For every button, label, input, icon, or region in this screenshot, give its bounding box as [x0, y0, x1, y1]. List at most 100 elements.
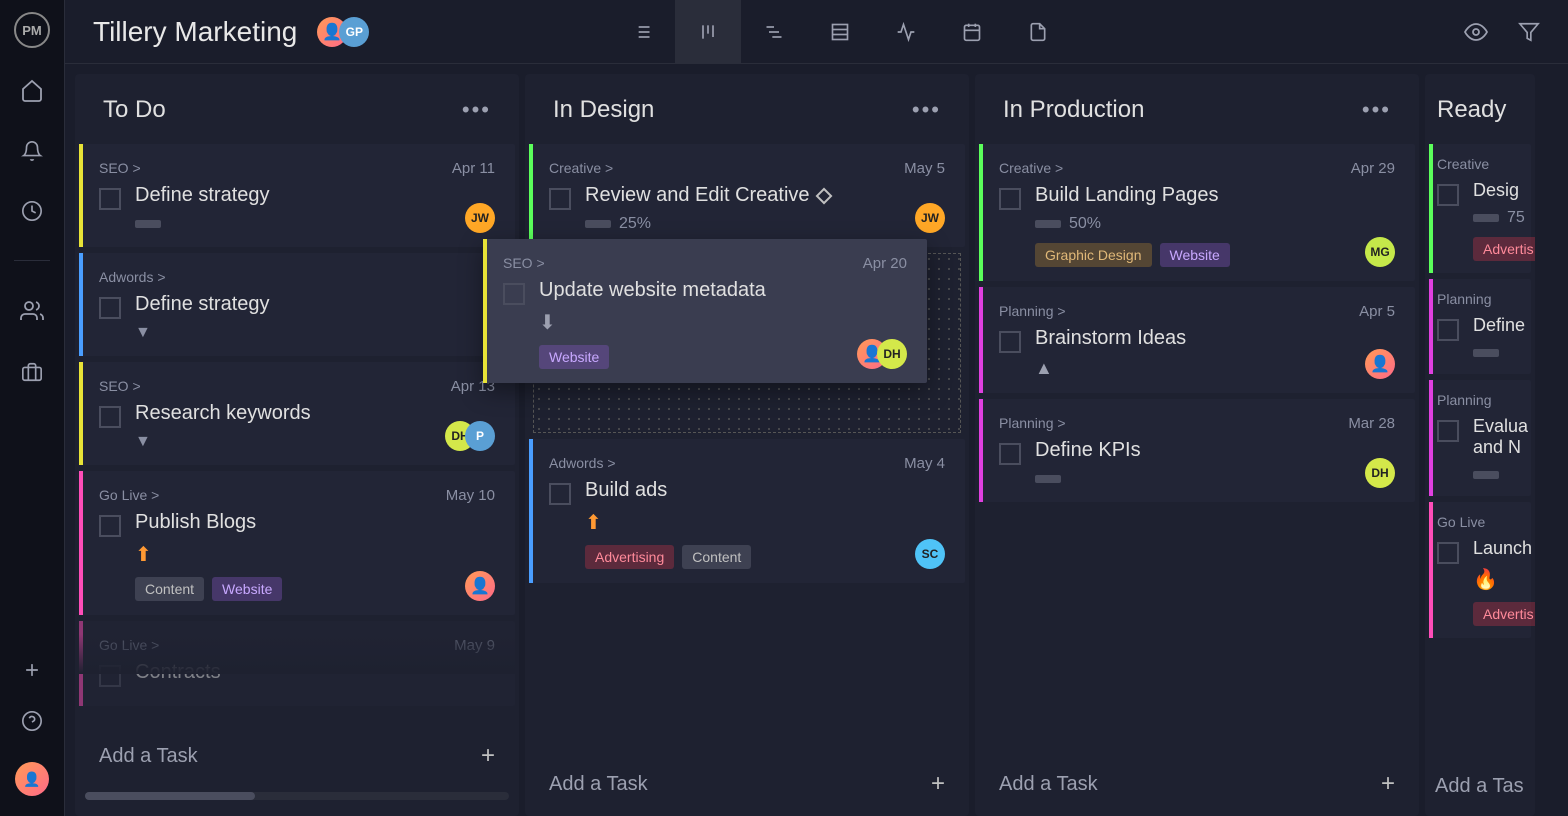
task-card[interactable]: SEO > Research keywords ▼ Apr 13 DHP	[79, 362, 515, 465]
column-ready: Ready Creative Desig75Advertis Planning …	[1425, 74, 1535, 816]
priority-critical-icon: 🔥	[1473, 567, 1498, 592]
task-date: May 5	[904, 160, 945, 177]
add-icon[interactable]	[22, 660, 42, 680]
task-title: Desig	[1473, 180, 1535, 201]
briefcase-icon[interactable]	[21, 361, 43, 383]
tag[interactable]: Website	[212, 577, 282, 601]
current-user-avatar[interactable]: 👤	[15, 762, 49, 796]
bell-icon[interactable]	[21, 140, 43, 162]
tag[interactable]: Advertising	[585, 545, 674, 569]
milestone-icon	[815, 187, 832, 204]
task-checkbox[interactable]	[999, 188, 1021, 210]
task-card[interactable]: SEO > Define strategy Apr 11 JW	[79, 144, 515, 247]
tag[interactable]: Content	[682, 545, 751, 569]
tag[interactable]: Graphic Design	[1035, 243, 1152, 267]
calendar-view-icon[interactable]	[939, 0, 1005, 64]
task-date: Apr 20	[863, 255, 907, 272]
tag[interactable]: Advertis	[1473, 602, 1535, 626]
task-card-dragging[interactable]: SEO > Update website metadata ⬇ Website …	[483, 239, 927, 383]
task-checkbox[interactable]	[1437, 420, 1459, 442]
task-breadcrumb: SEO >	[503, 255, 907, 271]
assignee-avatar[interactable]: SC	[915, 539, 945, 569]
task-card[interactable]: Go Live > Contracts May 9	[79, 621, 515, 706]
task-card[interactable]: Adwords > Define strategy ▼	[79, 253, 515, 356]
tag[interactable]: Website	[539, 345, 609, 369]
priority-low-icon: ▼	[135, 324, 151, 342]
assignee-avatar[interactable]: 👤	[465, 571, 495, 601]
task-checkbox[interactable]	[99, 297, 121, 319]
task-checkbox[interactable]	[1437, 319, 1459, 341]
sidebar: PM 👤	[0, 0, 65, 816]
gantt-view-icon[interactable]	[741, 0, 807, 64]
task-card[interactable]: Planning > Brainstorm Ideas ▲ Apr 5 👤	[979, 287, 1415, 393]
task-checkbox[interactable]	[999, 331, 1021, 353]
task-checkbox[interactable]	[99, 515, 121, 537]
progress-icon	[1473, 349, 1499, 357]
add-task-button[interactable]: Add a Task +	[75, 724, 519, 788]
file-view-icon[interactable]	[1005, 0, 1071, 64]
scrollbar[interactable]	[85, 792, 509, 800]
tag[interactable]: Content	[135, 577, 204, 601]
header: Tillery Marketing 👤 GP	[65, 0, 1568, 64]
task-date: Apr 5	[1359, 303, 1395, 320]
assignee-avatar[interactable]: DH	[877, 339, 907, 369]
task-card[interactable]: Creative Desig75Advertis	[1429, 144, 1531, 273]
assignee-avatar[interactable]: MG	[1365, 237, 1395, 267]
progress-text: 25%	[619, 215, 651, 232]
task-date: May 10	[446, 487, 495, 504]
task-date: May 4	[904, 455, 945, 472]
column-menu-icon[interactable]: •••	[912, 97, 941, 123]
task-checkbox[interactable]	[1437, 542, 1459, 564]
project-members[interactable]: 👤 GP	[325, 17, 369, 47]
task-checkbox[interactable]	[99, 406, 121, 428]
add-task-button[interactable]: Add a Tas	[1425, 757, 1535, 816]
task-checkbox[interactable]	[549, 188, 571, 210]
add-task-label: Add a Task	[99, 745, 198, 768]
eye-icon[interactable]	[1464, 20, 1488, 44]
task-title: Define	[1473, 315, 1525, 336]
board-view-icon[interactable]	[675, 0, 741, 64]
task-date: Apr 11	[452, 160, 495, 177]
assignee-avatar[interactable]: P	[465, 421, 495, 451]
task-card[interactable]: Go Live Launch🔥Advertis	[1429, 502, 1531, 638]
task-checkbox[interactable]	[503, 283, 525, 305]
add-task-label: Add a Tas	[1435, 775, 1524, 798]
help-icon[interactable]	[21, 710, 43, 732]
task-card[interactable]: Planning Evalua and N	[1429, 380, 1531, 496]
task-checkbox[interactable]	[549, 483, 571, 505]
tag[interactable]: Advertis	[1473, 237, 1535, 261]
task-date: May 9	[454, 637, 495, 654]
task-card[interactable]: Creative > Build Landing Pages 50% Graph…	[979, 144, 1415, 281]
task-checkbox[interactable]	[99, 188, 121, 210]
add-task-button[interactable]: Add a Task +	[525, 752, 969, 816]
task-card[interactable]: Planning Define	[1429, 279, 1531, 374]
tag[interactable]: Website	[1160, 243, 1230, 267]
home-icon[interactable]	[20, 78, 44, 102]
task-checkbox[interactable]	[1437, 184, 1459, 206]
filter-icon[interactable]	[1518, 20, 1540, 44]
task-title: Brainstorm Ideas	[1035, 327, 1395, 350]
app-logo[interactable]: PM	[14, 12, 50, 48]
assignee-avatar[interactable]: DH	[1365, 458, 1395, 488]
task-checkbox[interactable]	[999, 443, 1021, 465]
task-card[interactable]: Go Live > Publish Blogs ⬆ Content Websit…	[79, 471, 515, 615]
task-card[interactable]: Creative > Review and Edit Creative 25% …	[529, 144, 965, 247]
add-task-button[interactable]: Add a Task +	[975, 752, 1419, 816]
assignee-avatar[interactable]: 👤	[1365, 349, 1395, 379]
column-menu-icon[interactable]: •••	[1362, 97, 1391, 123]
task-card[interactable]: Adwords > Build ads ⬆ Advertising Conten…	[529, 439, 965, 583]
avatar[interactable]: GP	[339, 17, 369, 47]
plus-icon: +	[481, 742, 495, 770]
column-menu-icon[interactable]: •••	[462, 97, 491, 123]
list-view-icon[interactable]	[609, 0, 675, 64]
activity-view-icon[interactable]	[873, 0, 939, 64]
clock-icon[interactable]	[21, 200, 43, 222]
table-view-icon[interactable]	[807, 0, 873, 64]
task-card[interactable]: Planning > Define KPIs Mar 28 DH	[979, 399, 1415, 502]
task-checkbox[interactable]	[99, 665, 121, 687]
people-icon[interactable]	[20, 299, 44, 323]
assignee-avatar[interactable]: JW	[465, 203, 495, 233]
task-breadcrumb: Planning	[1437, 291, 1523, 307]
assignee-avatar[interactable]: JW	[915, 203, 945, 233]
plus-icon: +	[1381, 770, 1395, 798]
